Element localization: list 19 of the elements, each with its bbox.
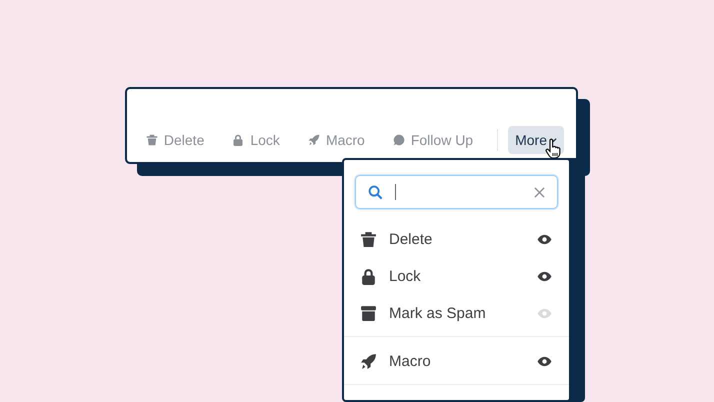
menu-item[interactable]: Macro [344,343,569,380]
lock-icon [360,268,377,285]
lock-icon [232,134,244,146]
archive-box-icon [360,305,377,322]
search-field[interactable] [355,175,558,209]
eye-icon[interactable] [537,356,552,367]
eye-icon[interactable] [537,271,552,282]
rocket-icon [308,134,320,146]
eye-icon[interactable] [537,234,552,245]
menu-item[interactable]: Mark as Spam [344,295,569,332]
close-icon[interactable] [534,186,545,198]
trash-icon [146,134,158,146]
trash-icon [360,231,377,248]
search-icon [368,184,383,200]
speech-bubble-icon [392,134,405,146]
menu-item[interactable]: Delete [344,221,569,258]
menu-item[interactable]: Lock [344,258,569,295]
rocket-icon [360,353,377,370]
more-button[interactable]: More [508,126,564,154]
